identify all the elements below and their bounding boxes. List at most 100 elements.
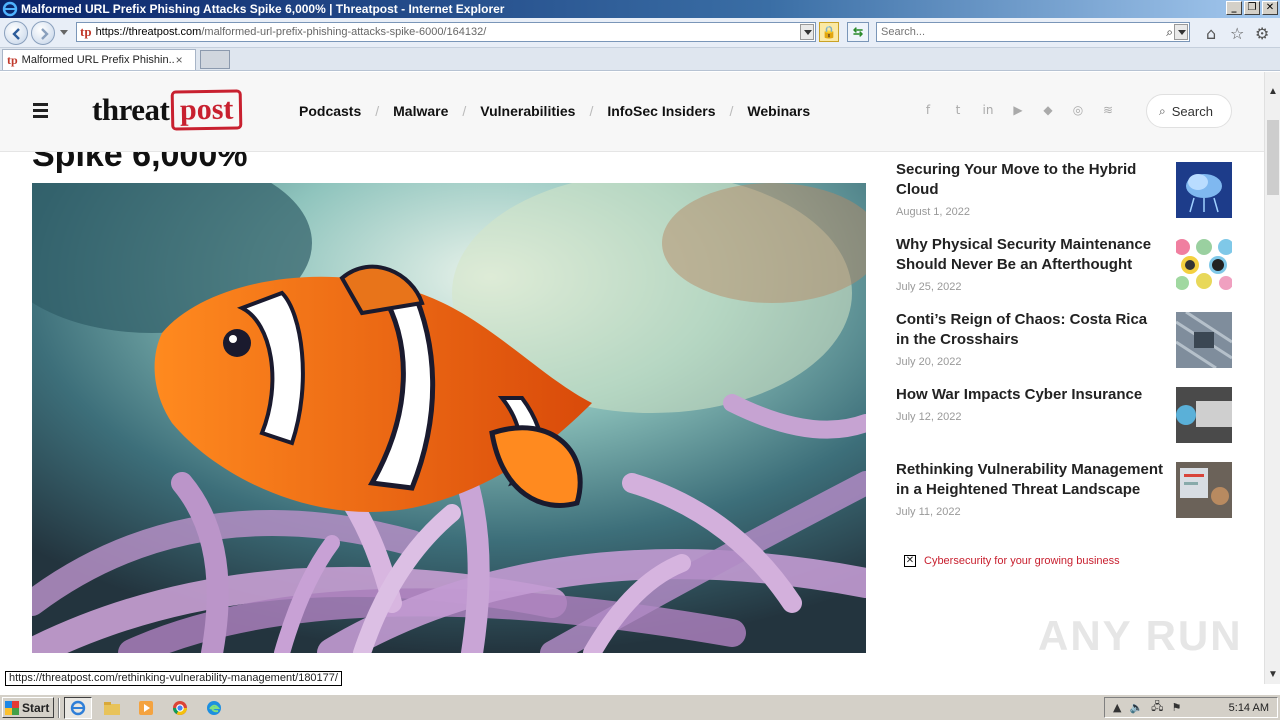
window-title: Malformed URL Prefix Phishing Attacks Sp… (21, 2, 505, 16)
chrome-taskbar-icon[interactable] (166, 697, 194, 719)
scrollbar-thumb[interactable] (1267, 120, 1279, 195)
file-explorer-taskbar-icon[interactable] (98, 697, 126, 719)
page-scrollbar[interactable]: ▲ ▼ (1264, 72, 1280, 684)
sidebar-article-title[interactable]: Securing Your Move to the Hybrid Cloud (896, 160, 1164, 200)
status-bar-url: https://threatpost.com/rethinking-vulner… (5, 671, 342, 686)
search-icon[interactable]: ⌕ (1166, 25, 1173, 40)
twitter-icon[interactable]: t (950, 103, 966, 119)
nav-malware[interactable]: Malware (393, 103, 448, 119)
windows-logo-icon (5, 700, 19, 715)
address-url[interactable]: https://threatpost.com/malformed-url-pre… (96, 26, 487, 38)
nav-separator: / (729, 103, 734, 119)
internet-explorer-taskbar-icon[interactable] (64, 697, 92, 719)
menu-hamburger-icon[interactable] (33, 103, 48, 121)
linkedin-icon[interactable]: in (980, 103, 996, 119)
sidebar-article-date: July 20, 2022 (896, 356, 962, 368)
sidebar-article[interactable]: Securing Your Move to the Hybrid Cloud A… (896, 160, 1232, 235)
web-page: Spike 6,000% threat post Podcasts / Malw… (0, 72, 1264, 684)
site-search-label: Search (1171, 103, 1213, 119)
tab-close-icon[interactable]: × (176, 53, 183, 67)
logo-threat: threat (92, 92, 170, 127)
scroll-up-icon[interactable]: ▲ (1268, 86, 1278, 97)
search-provider-dropdown[interactable] (1174, 24, 1188, 40)
sidebar-article-date: July 25, 2022 (896, 281, 962, 293)
sidebar-article-thumbnail[interactable] (1176, 312, 1232, 368)
sidebar-article-date: July 11, 2022 (896, 506, 961, 518)
browser-search-input[interactable] (877, 23, 1147, 41)
media-player-taskbar-icon[interactable] (132, 697, 160, 719)
address-bar[interactable]: tp https://threatpost.com/malformed-url-… (76, 22, 816, 42)
action-center-flag-icon[interactable]: ⚑ (1171, 701, 1181, 714)
restore-button[interactable]: ❐ (1244, 1, 1260, 15)
sidebar-article-date: August 1, 2022 (896, 206, 971, 218)
sidebar-article-title[interactable]: Why Physical Security Maintenance Should… (896, 235, 1164, 275)
start-label: Start (22, 700, 50, 715)
instagram-icon[interactable]: ◎ (1070, 103, 1086, 119)
rss-icon[interactable]: ≋ (1100, 103, 1116, 119)
minimize-button[interactable]: _ (1226, 1, 1242, 15)
new-tab-button[interactable] (200, 50, 230, 69)
forward-arrow-icon (41, 28, 49, 40)
nav-separator: / (589, 103, 594, 119)
sidebar-article[interactable]: Rethinking Vulnerability Management in a… (896, 460, 1232, 535)
network-icon[interactable]: 🖧 (1151, 698, 1163, 717)
address-dropdown-button[interactable] (800, 24, 814, 40)
sidebar-article-thumbnail[interactable] (1176, 462, 1232, 518)
clownfish-image (32, 183, 866, 653)
social-links: f t in ▶ ◆ ◎ ≋ (920, 103, 1116, 119)
advertisement[interactable]: ✕ Cybersecurity for your growing busines… (904, 555, 1120, 567)
ad-close-icon[interactable]: ✕ (904, 555, 916, 567)
sidebar-article[interactable]: How War Impacts Cyber Insurance July 12,… (896, 385, 1232, 460)
sidebar-article-title[interactable]: Rethinking Vulnerability Management in a… (896, 460, 1164, 500)
forward-button[interactable] (31, 21, 55, 45)
logo-post: post (171, 89, 244, 131)
site-search-button[interactable]: ⌕ Search (1146, 94, 1232, 128)
browser-search-box[interactable]: ⌕ (876, 22, 1190, 42)
tab-title: Malformed URL Prefix Phishin... (21, 54, 174, 66)
article-hero-image (32, 183, 866, 653)
tray-expand-icon[interactable]: ▲ (1113, 701, 1121, 714)
nav-podcasts[interactable]: Podcasts (299, 103, 361, 119)
start-button[interactable]: Start (2, 697, 54, 718)
site-header: threat post Podcasts / Malware / Vulnera… (0, 72, 1264, 152)
lock-icon[interactable]: 🔒 (819, 22, 839, 42)
sidebar-article-thumbnail[interactable] (1176, 237, 1232, 293)
feedly-icon[interactable]: ◆ (1040, 103, 1056, 119)
back-button[interactable] (4, 21, 28, 45)
settings-gear-icon[interactable]: ⚙ (1255, 24, 1269, 43)
navigation-bar: tp https://threatpost.com/malformed-url-… (0, 18, 1280, 48)
close-button[interactable]: ✕ (1262, 1, 1278, 15)
nav-webinars[interactable]: Webinars (747, 103, 810, 119)
nav-separator: / (375, 103, 380, 119)
nav-infosec-insiders[interactable]: InfoSec Insiders (607, 103, 715, 119)
windows-taskbar: Start ▲ 🔈 🖧 ⚑ 5:14 AM (0, 694, 1280, 720)
refresh-button[interactable]: ⇆ (847, 22, 869, 42)
sidebar-article-title[interactable]: Conti’s Reign of Chaos: Costa Rica in th… (896, 310, 1164, 350)
url-domain: https://threatpost.com (95, 26, 202, 38)
anyrun-watermark: ANY RUN (1038, 612, 1243, 659)
main-navigation: Podcasts / Malware / Vulnerabilities / I… (299, 103, 810, 119)
volume-icon[interactable]: 🔈 (1129, 701, 1143, 714)
sidebar-articles: Securing Your Move to the Hybrid Cloud A… (896, 160, 1232, 535)
scroll-down-icon[interactable]: ▼ (1268, 669, 1278, 680)
sidebar-article-thumbnail[interactable] (1176, 162, 1232, 218)
tab-threatpost[interactable]: tp Malformed URL Prefix Phishin... × (2, 49, 196, 70)
sidebar-article-title[interactable]: How War Impacts Cyber Insurance (896, 385, 1164, 405)
ad-link-text[interactable]: Cybersecurity for your growing business (924, 555, 1120, 567)
sidebar-article[interactable]: Conti’s Reign of Chaos: Costa Rica in th… (896, 310, 1232, 385)
home-icon[interactable]: ⌂ (1206, 24, 1216, 43)
back-arrow-icon (12, 28, 20, 40)
edge-taskbar-icon[interactable] (200, 697, 228, 719)
nav-vulnerabilities[interactable]: Vulnerabilities (480, 103, 575, 119)
taskbar-clock[interactable]: 5:14 AM (1229, 702, 1269, 714)
facebook-icon[interactable]: f (920, 103, 936, 119)
favorites-star-icon[interactable]: ☆ (1230, 24, 1244, 43)
youtube-icon[interactable]: ▶ (1010, 103, 1026, 119)
history-dropdown-icon[interactable] (60, 30, 68, 35)
url-path: /malformed-url-prefix-phishing-attacks-s… (201, 26, 487, 38)
threatpost-logo[interactable]: threat post (92, 89, 244, 131)
sidebar-article[interactable]: Why Physical Security Maintenance Should… (896, 235, 1232, 310)
taskbar-separator (58, 698, 60, 718)
sidebar-article-thumbnail[interactable] (1176, 387, 1232, 443)
site-favicon: tp (80, 24, 92, 39)
